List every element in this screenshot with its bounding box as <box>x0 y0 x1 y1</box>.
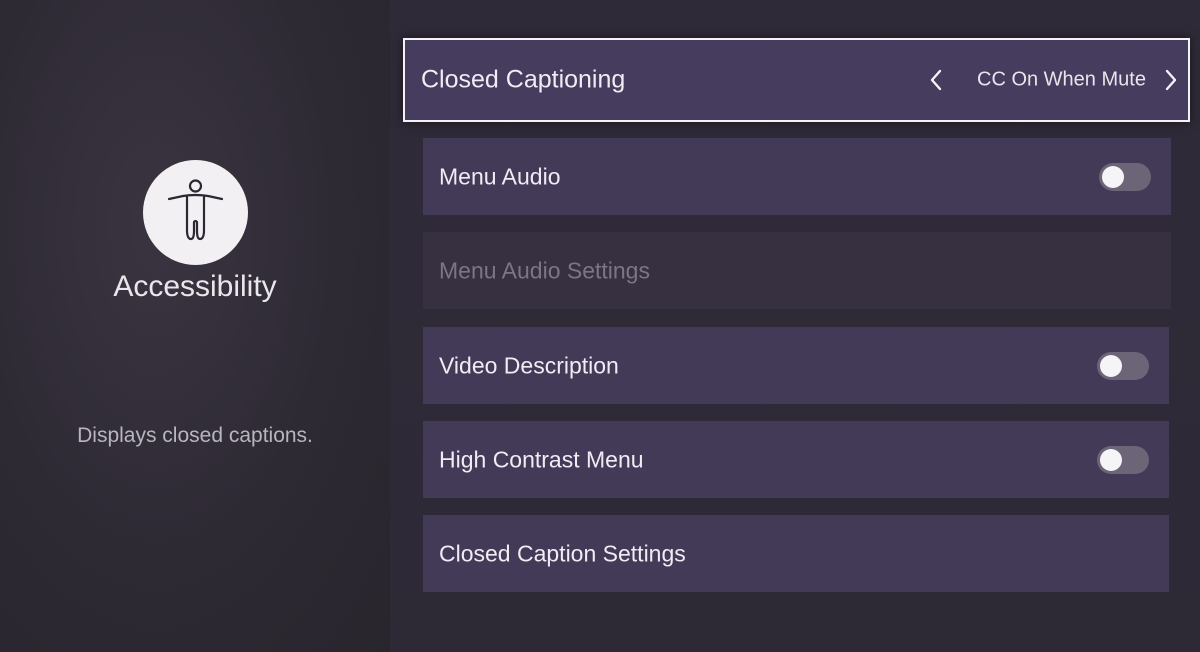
menu-audio-settings-row: Menu Audio Settings <box>423 232 1171 309</box>
closed-captioning-value: CC On When Mute <box>977 68 1146 91</box>
toggle-knob <box>1102 165 1124 188</box>
menu-audio-row[interactable]: Menu Audio <box>423 138 1171 215</box>
high-contrast-menu-row[interactable]: High Contrast Menu <box>423 421 1169 498</box>
video-description-row[interactable]: Video Description <box>423 327 1169 404</box>
accessibility-icon <box>143 160 248 265</box>
menu-audio-toggle[interactable] <box>1099 162 1151 191</box>
accessibility-person-icon <box>167 179 224 241</box>
chevron-left-icon[interactable] <box>929 68 943 92</box>
closed-caption-settings-row[interactable]: Closed Caption Settings <box>423 515 1169 592</box>
closed-caption-settings-label: Closed Caption Settings <box>439 540 686 566</box>
video-description-toggle[interactable] <box>1097 351 1149 380</box>
toggle-knob <box>1100 448 1122 471</box>
closed-captioning-label: Closed Captioning <box>421 65 626 94</box>
video-description-label: Video Description <box>439 352 619 378</box>
info-panel: Accessibility Displays closed captions. <box>0 0 390 652</box>
section-title: Accessibility <box>113 270 277 303</box>
high-contrast-menu-label: High Contrast Menu <box>439 446 644 472</box>
high-contrast-menu-toggle[interactable] <box>1097 445 1149 474</box>
toggle-knob <box>1100 354 1122 377</box>
chevron-right-icon[interactable] <box>1164 68 1178 92</box>
closed-captioning-selector[interactable]: Closed Captioning CC On When Mute <box>403 38 1190 122</box>
setting-description: Displays closed captions. <box>77 424 313 447</box>
menu-audio-label: Menu Audio <box>439 163 561 189</box>
menu-audio-settings-label: Menu Audio Settings <box>439 257 650 283</box>
